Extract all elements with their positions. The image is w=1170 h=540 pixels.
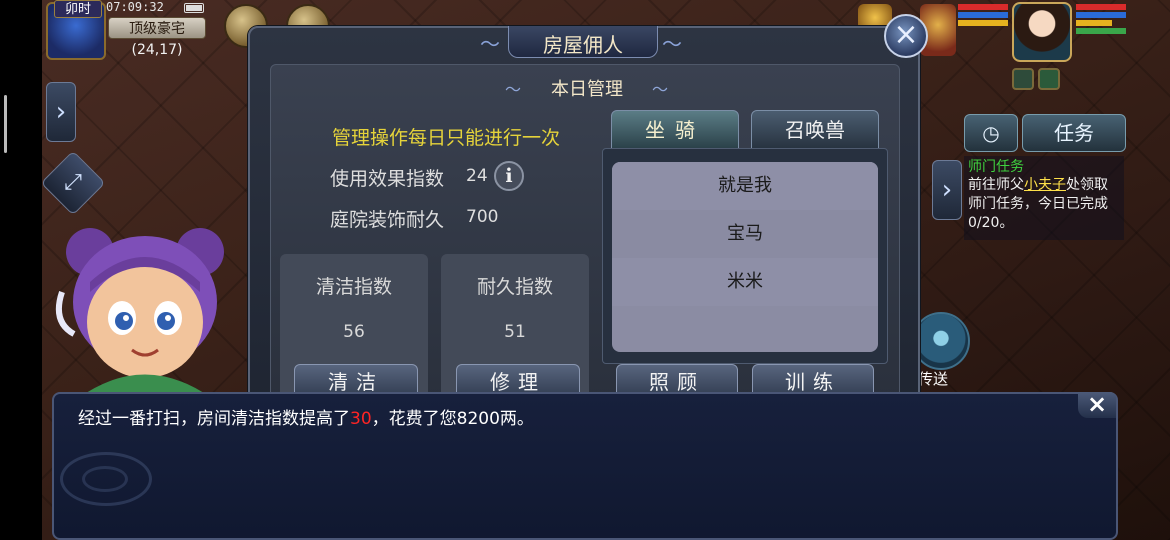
courtyard-durability-value: 700 — [466, 207, 499, 227]
player-portrait-icon[interactable] — [1012, 2, 1072, 62]
teleport-label[interactable]: 传送 — [918, 368, 948, 389]
close-icon[interactable]: × — [884, 14, 928, 58]
daily-limit-notice: 管理操作每日只能进行一次 — [332, 127, 561, 149]
player-anger-bar — [1076, 20, 1112, 26]
chevron-right-icon[interactable]: › — [46, 82, 76, 142]
swirl-ornament-icon: ～ — [652, 80, 669, 99]
player-mp-bar — [1076, 12, 1126, 18]
list-item[interactable]: 米米 — [612, 258, 878, 306]
npc-portrait — [56, 228, 224, 397]
durability-value: 51 — [504, 322, 526, 342]
cleanliness-value: 56 — [343, 322, 365, 342]
cleanliness-gain: 30 — [350, 409, 372, 429]
quest-collapse-icon[interactable]: › — [932, 160, 962, 220]
dialog-title-plate: 房屋佣人 — [508, 26, 658, 58]
durability-label: 耐久指数 — [476, 276, 553, 298]
pet-list: 就是我 宝马 米米 — [612, 162, 878, 352]
battery-icon — [184, 3, 204, 13]
coordinates-text: (24,17) — [131, 42, 183, 58]
edge-handle[interactable] — [4, 95, 7, 153]
swirl-ornament-icon: ～ — [505, 80, 522, 99]
tab-mount[interactable]: 坐骑 — [611, 110, 739, 150]
npc-link[interactable]: 小夫子 — [1024, 177, 1066, 193]
summon-hp-bar — [958, 4, 1008, 10]
buff-icon[interactable] — [1012, 68, 1034, 90]
courtyard-durability-label: 庭院装饰耐久 — [330, 209, 445, 231]
location-name[interactable]: 顶级豪宅 — [108, 17, 206, 39]
list-item[interactable]: 宝马 — [612, 210, 878, 258]
player-exp-bar — [1076, 28, 1126, 34]
summon-exp-bar — [958, 20, 1008, 26]
teleport-icon[interactable] — [912, 312, 970, 370]
cleanliness-label: 清洁指数 — [315, 276, 392, 298]
dialog-title: 房屋佣人 — [543, 33, 623, 57]
swirl-ornament-icon: ～ — [480, 32, 500, 56]
clock-text: 07:09:32 — [106, 0, 164, 14]
screen-edge — [0, 0, 42, 540]
quest-title: 师门任务 — [968, 159, 1024, 175]
quest-tracker[interactable]: 师门任务 前往师父小夫子处领取师门任务，今日已完成0/20。 — [964, 156, 1124, 240]
info-icon[interactable]: i — [494, 161, 524, 191]
task-button[interactable]: 任务 — [1022, 114, 1126, 152]
quest-description: 前往师父小夫子处领取师门任务，今日已完成0/20。 — [968, 177, 1108, 231]
tab-summon[interactable]: 召唤兽 — [751, 110, 879, 150]
cloud-ornament-icon — [82, 466, 128, 492]
time-period-label: 卯时 — [54, 0, 102, 18]
swirl-ornament-icon: ～ — [662, 32, 682, 56]
timer-icon[interactable]: ◷ — [964, 114, 1018, 152]
close-icon[interactable]: × — [1078, 392, 1116, 418]
player-hp-bar — [1076, 4, 1126, 10]
status-icon[interactable] — [1038, 68, 1060, 90]
effect-index-value: 24 — [466, 166, 488, 186]
effect-index-label: 使用效果指数 — [330, 168, 445, 190]
system-message-text: 经过一番打扫，房间清洁指数提高了30，花费了您8200两。 — [78, 409, 534, 429]
list-item[interactable]: 就是我 — [612, 162, 878, 210]
summon-mp-bar — [958, 12, 1008, 18]
section-title: 本日管理 — [551, 79, 623, 100]
